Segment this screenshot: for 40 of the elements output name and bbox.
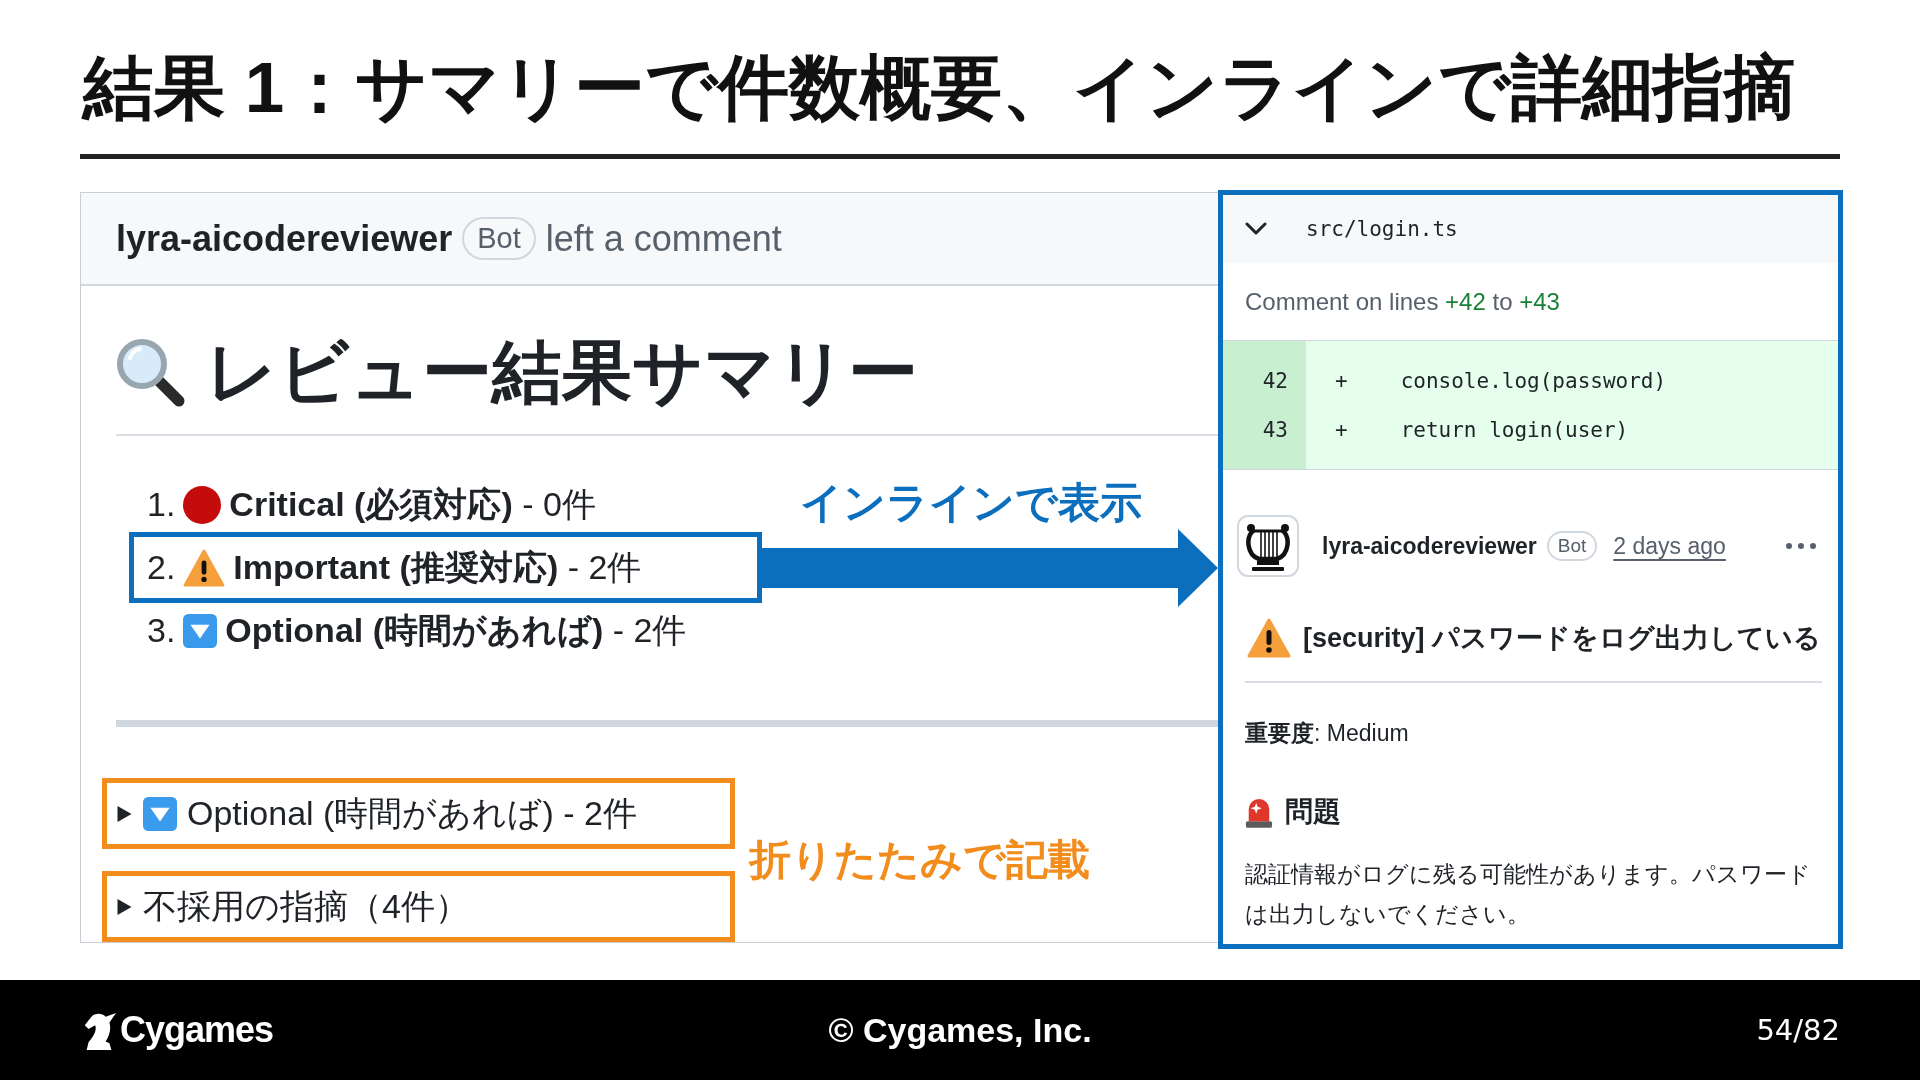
timestamp-link[interactable]: 2 days ago [1613,532,1726,560]
code-line: console.log(password) [1400,368,1667,393]
comment-range-text: Comment on lines +42 to +43 [1245,287,1560,316]
line-number: 42 [1261,368,1288,393]
item-number: 3. [147,611,176,650]
summary-heading: レビュー結果サマリー [206,332,918,413]
author-link[interactable]: lyra-aicodereviewer [116,217,453,260]
chevron-down-icon[interactable] [1245,222,1267,236]
logo-text: Cygames [120,1009,274,1051]
file-path: src/login.ts [1306,217,1458,241]
more-icon[interactable] [1786,543,1816,549]
code-line: return login(user) [1400,417,1629,442]
author-link[interactable]: lyra-aicodereviewer [1322,532,1537,560]
severity-text: 重要度: Medium [1245,720,1409,746]
page-number: 54/82 [1756,1013,1840,1047]
callout-label: インラインで表示 [800,478,1142,527]
circle-icon [183,485,222,524]
warning-icon [1247,618,1291,658]
comment-title: [security] パスワードをログ出力している [1303,622,1822,655]
magnifier-icon [114,336,186,408]
item-label: Optional (時間があれば) - 2件 [225,609,687,651]
slide-title: 結果 1：サマリーで件数概要、インラインで詳細指摘 [83,48,1796,128]
lyre-avatar-icon [1237,515,1299,577]
section-heading: 問題 [1285,795,1341,829]
bot-badge: Bot [1546,531,1598,561]
bot-badge: Bot [462,217,536,260]
item-label: Important (推奨対応) - 2件 [233,546,642,588]
collapsed-section-toggle[interactable]: Optional (時間があれば) - 2件 [102,778,735,849]
comment-body: 認証情報がログに残る可能性があります。パスワードは出力しないでください。 [1245,860,1812,929]
comment-action-text: left a comment [545,217,782,260]
copyright-text: © Cygames, Inc. [828,1010,1092,1050]
item-number: 1. [147,485,176,524]
line-number: 43 [1261,417,1288,442]
callout-label: 折りたたみで記載 [749,836,1090,884]
item-label: Critical (必須対応) - 0件 [229,483,596,525]
diff-sign: + [1335,368,1348,393]
collapsed-section-toggle[interactable]: 不採用の指摘（4件） [102,871,735,942]
item-number: 2. [147,548,176,587]
diff-sign: + [1335,417,1348,442]
warning-icon [183,548,226,587]
